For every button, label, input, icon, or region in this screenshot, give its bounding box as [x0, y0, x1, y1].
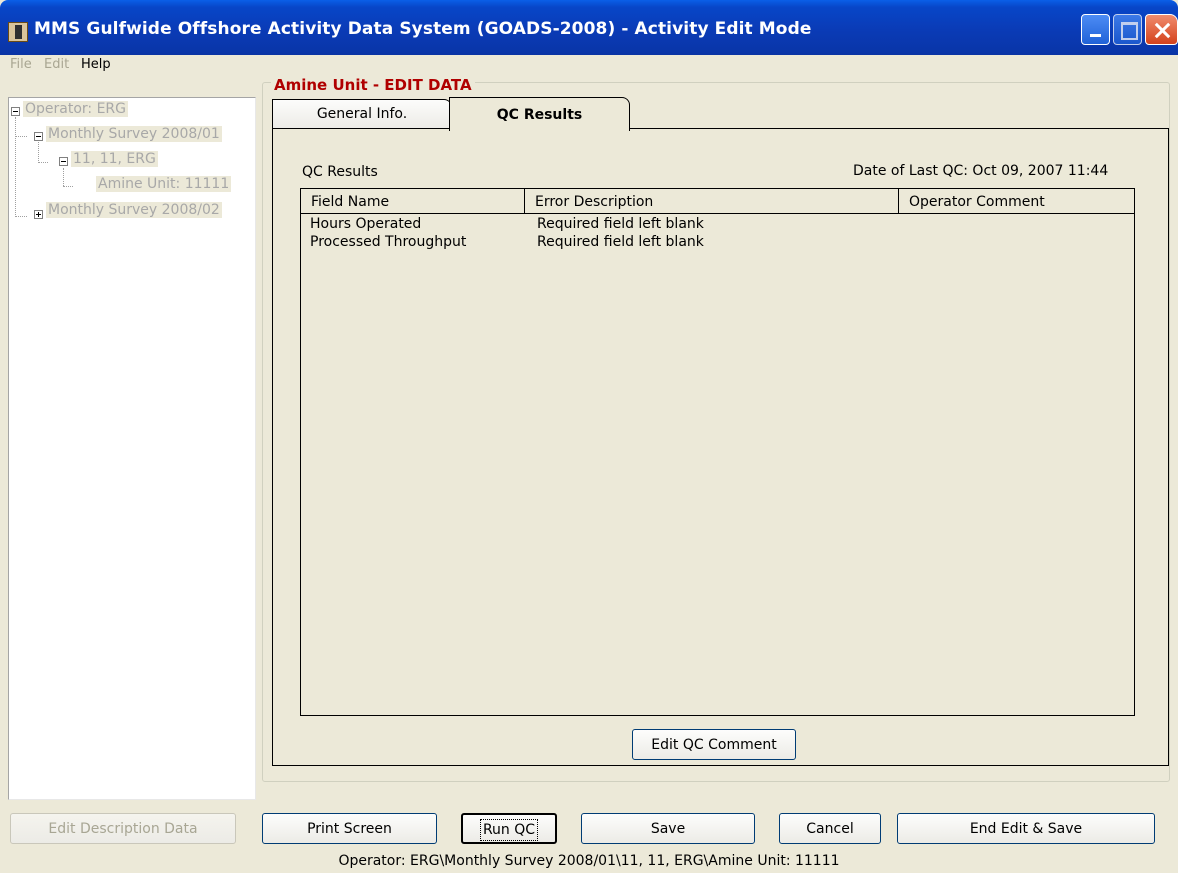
cell-error-description: Required field left blank [537, 216, 704, 232]
table-row[interactable]: Processed Throughput Required field left… [301, 234, 1134, 252]
expand-icon[interactable] [34, 210, 43, 219]
grid-header: Field Name Error Description Operator Co… [301, 189, 1134, 214]
edit-qc-comment-button[interactable]: Edit QC Comment [632, 729, 796, 760]
menu-help[interactable]: Help [81, 57, 111, 72]
tree-connector [38, 162, 48, 163]
menu-edit[interactable]: Edit [44, 57, 69, 72]
column-header-field-name[interactable]: Field Name [301, 189, 525, 214]
maximize-button[interactable] [1113, 14, 1142, 45]
tree-item-facility[interactable]: 11, 11, ERG [71, 151, 158, 167]
close-button[interactable] [1145, 14, 1178, 45]
menu-bar: File Edit Help [0, 55, 1178, 79]
cell-error-description: Required field left blank [537, 234, 704, 250]
tree-connector [63, 168, 64, 186]
tab-qc-results[interactable]: QC Results [449, 97, 630, 131]
tab-general-info[interactable]: General Info. [272, 99, 452, 129]
qc-results-label: QC Results [302, 164, 378, 180]
tree-item-amine-unit[interactable]: Amine Unit: 11111 [96, 176, 232, 192]
status-path: Operator: ERG\Monthly Survey 2008/01\11,… [338, 853, 840, 869]
minimize-button[interactable] [1081, 14, 1110, 45]
activity-tree[interactable]: Operator: ERG Monthly Survey 2008/01 11,… [8, 97, 256, 800]
run-qc-label: Run QC [479, 819, 539, 841]
group-title: Amine Unit - EDIT DATA [271, 76, 475, 94]
tree-item-survey-01[interactable]: Monthly Survey 2008/01 [46, 126, 222, 142]
qc-results-grid[interactable]: Field Name Error Description Operator Co… [300, 188, 1135, 716]
collapse-icon[interactable] [11, 107, 20, 116]
tree-item-operator[interactable]: Operator: ERG [23, 101, 129, 117]
cell-field-name: Hours Operated [310, 216, 422, 232]
title-bar[interactable]: MMS Gulfwide Offshore Activity Data Syst… [0, 0, 1178, 60]
column-header-error-description[interactable]: Error Description [525, 189, 899, 214]
app-icon [8, 22, 28, 42]
collapse-icon[interactable] [34, 132, 43, 141]
tree-connector [15, 216, 27, 217]
last-qc-date: Date of Last QC: Oct 09, 2007 11:44 [853, 163, 1109, 179]
print-screen-button[interactable]: Print Screen [262, 813, 437, 844]
menu-file[interactable]: File [10, 57, 32, 72]
window-title: MMS Gulfwide Offshore Activity Data Syst… [34, 19, 812, 39]
column-header-operator-comment[interactable]: Operator Comment [899, 189, 1134, 214]
cell-field-name: Processed Throughput [310, 234, 467, 250]
tree-item-survey-02[interactable]: Monthly Survey 2008/02 [46, 202, 222, 218]
run-qc-button[interactable]: Run QC [461, 813, 557, 844]
cancel-button[interactable]: Cancel [779, 813, 881, 844]
table-row[interactable]: Hours Operated Required field left blank [301, 216, 1134, 234]
collapse-icon[interactable] [59, 157, 68, 166]
tree-connector [15, 117, 16, 217]
end-edit-save-button[interactable]: End Edit & Save [897, 813, 1155, 844]
save-button[interactable]: Save [581, 813, 755, 844]
tree-connector [38, 142, 39, 163]
edit-description-button[interactable]: Edit Description Data [10, 813, 236, 844]
tree-connector [15, 136, 27, 137]
tree-connector [63, 186, 73, 187]
